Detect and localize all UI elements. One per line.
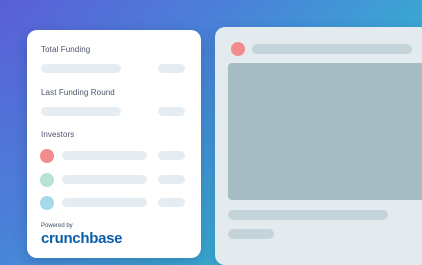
investor-detail-placeholder (158, 198, 185, 207)
investors-label: Investors (41, 130, 75, 139)
last-funding-round-label: Last Funding Round (41, 88, 115, 97)
investor-detail-placeholder (158, 151, 185, 160)
preview-title-placeholder (252, 44, 412, 54)
preview-text-placeholder (228, 210, 388, 220)
total-funding-value-placeholder (41, 64, 121, 73)
powered-by-text: Powered by (41, 223, 73, 229)
crunchbase-logo[interactable]: crunchbase (41, 230, 123, 247)
preview-subtext-placeholder (228, 229, 274, 239)
investor-detail-placeholder (158, 175, 185, 184)
preview-avatar (231, 42, 245, 56)
preview-image-placeholder (228, 63, 422, 200)
last-round-amount-placeholder (158, 107, 185, 116)
total-funding-label: Total Funding (41, 45, 91, 54)
investor-name-placeholder (62, 151, 147, 160)
funding-summary-card: Total Funding Last Funding Round Investo… (27, 30, 201, 258)
investor-avatar (40, 173, 54, 187)
investor-avatar (40, 196, 54, 210)
investor-name-placeholder (62, 198, 147, 207)
total-funding-amount-placeholder (158, 64, 185, 73)
preview-card (215, 27, 422, 265)
investor-name-placeholder (62, 175, 147, 184)
investor-avatar (40, 149, 54, 163)
last-round-value-placeholder (41, 107, 121, 116)
